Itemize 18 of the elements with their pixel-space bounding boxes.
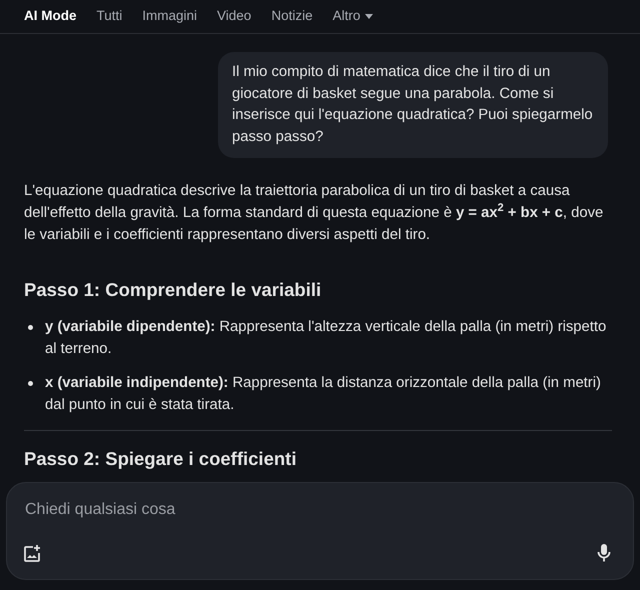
bullet-icon: [28, 380, 33, 386]
bullet-icon: [28, 324, 33, 330]
prompt-field[interactable]: Chiedi qualsiasi cosa: [6, 482, 634, 580]
nav-tab[interactable]: Tutti: [86, 0, 132, 34]
add-image-icon[interactable]: [23, 545, 41, 563]
bullet-text: x (variabile indipendente): Rappresenta la distanza orizzontale della palla (in metri) dal punto in cui è stata tirata.: [45, 374, 602, 415]
nav-tab[interactable]: Notizie: [261, 0, 323, 34]
section-heading: Passo 2: Spiegare i coefficienti: [24, 446, 298, 471]
nav-tab[interactable]: Altro: [322, 0, 384, 34]
microphone-icon[interactable]: [597, 543, 611, 563]
prompt-input[interactable]: Chiedi qualsiasi cosa: [23, 497, 423, 523]
bullet-text: y (variabile dipendente): Rappresenta l'altezza verticale della palla (in metri) rispetto al terreno.: [45, 318, 608, 359]
nav-tab[interactable]: Immagini: [132, 0, 208, 34]
user-message: Il mio compito di matematica dice che il tiro di un giocatore di basket segue una parabola. Come si inserisce qui l'equazione quadratica? Puoi spiegarmelo passo passo?: [218, 52, 608, 158]
nav-tab[interactable]: AI Mode: [14, 0, 86, 34]
answer-paragraph: L'equazione quadratica descrive la traiettoria parabolica di un tiro di basket a causa dell'effetto della gravità. La forma standard di questa equazione è y = ax$^{2}$ + bx + c, dove le variabili e i coefficienti rappresentano diversi aspetti del tiro.: [24, 182, 604, 245]
section-heading: Passo 1: Comprendere le variabili: [24, 278, 322, 302]
nav-tab[interactable]: Video: [207, 0, 262, 34]
